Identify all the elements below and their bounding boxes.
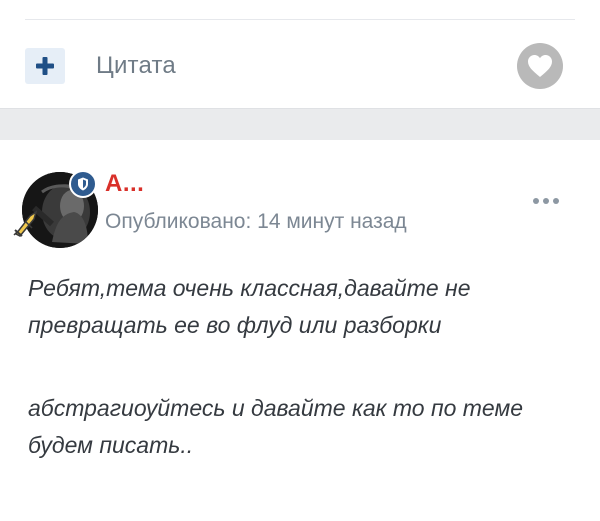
post-text-line: абстрагиоуйтесь и давайте как то по теме — [28, 395, 524, 421]
topic-page: Цитата A... Опубликовано: 14 минут назад… — [0, 0, 600, 521]
multiquote-button[interactable] — [25, 48, 65, 84]
shield-icon — [78, 177, 88, 191]
post-content: Ребят,тема очень классная,давайте не пре… — [28, 270, 573, 464]
post-text-line: превращать ее во флуд или разборки — [28, 312, 442, 338]
more-horizontal-icon[interactable] — [533, 194, 559, 208]
dot — [553, 198, 559, 204]
heart-icon — [528, 55, 552, 77]
post-separator — [0, 108, 600, 140]
moderator-badge — [69, 170, 97, 198]
quote-button[interactable]: Цитата — [96, 52, 176, 80]
post-action-bar: Цитата — [0, 20, 600, 108]
post-text-line: будем писать.. — [28, 432, 194, 458]
forum-post: A... Опубликовано: 14 минут назад Ребят,… — [0, 140, 600, 521]
plus-icon — [36, 57, 54, 75]
post-text-line: Ребят,тема очень классная,давайте не — [28, 275, 471, 301]
post-timestamp: Опубликовано: 14 минут назад — [105, 210, 407, 233]
dot — [543, 198, 549, 204]
like-button[interactable] — [517, 43, 563, 89]
rank-icon — [12, 208, 42, 238]
separator-line — [0, 108, 600, 109]
author-name[interactable]: A... — [105, 170, 144, 198]
dot — [533, 198, 539, 204]
